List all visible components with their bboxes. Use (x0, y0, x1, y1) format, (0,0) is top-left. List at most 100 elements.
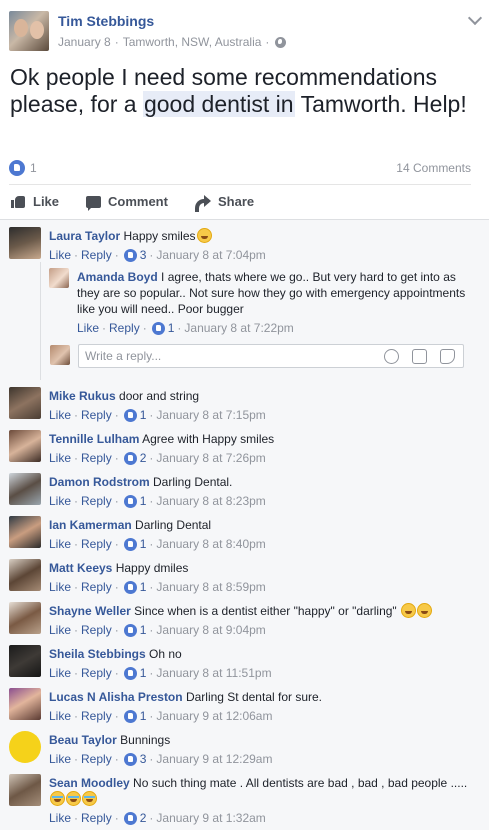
comment-timestamp[interactable]: January 8 at 7:04pm (156, 247, 265, 263)
commenter-name[interactable]: Matt Keeys (49, 561, 112, 575)
comment-reply-link[interactable]: Reply (109, 320, 140, 336)
comment-like-link[interactable]: Like (49, 579, 71, 595)
comment-timestamp[interactable]: January 8 at 7:15pm (156, 407, 265, 423)
like-reaction-icon[interactable] (123, 709, 137, 723)
comment-like-count[interactable]: 1 (140, 665, 147, 681)
comment-reply-link[interactable]: Reply (81, 708, 112, 724)
comment-reply-link[interactable]: Reply (81, 622, 112, 638)
commenter-avatar[interactable] (9, 473, 41, 505)
comment-like-link[interactable]: Like (49, 665, 71, 681)
author-name[interactable]: Tim Stebbings (58, 13, 154, 29)
emoji-icon[interactable] (384, 349, 399, 364)
comment-like-link[interactable]: Like (49, 622, 71, 638)
comment-like-link[interactable]: Like (49, 493, 71, 509)
comment-reply-link[interactable]: Reply (81, 536, 112, 552)
comment-timestamp[interactable]: January 9 at 12:06am (156, 708, 272, 724)
like-reaction-icon[interactable] (123, 408, 137, 422)
commenter-name[interactable]: Amanda Boyd (77, 270, 158, 284)
commenter-name[interactable]: Shayne Weller (49, 604, 131, 618)
commenter-name[interactable]: Sean Moodley (49, 776, 130, 790)
commenter-avatar[interactable] (9, 774, 41, 806)
comment-button[interactable]: Comment (86, 194, 168, 211)
comment-reply-link[interactable]: Reply (81, 751, 112, 767)
commenter-avatar[interactable] (9, 430, 41, 462)
commenter-name[interactable]: Beau Taylor (49, 733, 117, 747)
camera-icon[interactable] (412, 349, 427, 364)
post-location[interactable]: Tamworth, NSW, Australia (123, 35, 262, 49)
comment-timestamp[interactable]: January 9 at 1:32am (156, 810, 265, 826)
comment-timestamp[interactable]: January 8 at 11:51pm (156, 665, 271, 681)
comment-timestamp[interactable]: January 8 at 7:26pm (156, 450, 265, 466)
comment-like-count[interactable]: 1 (140, 493, 147, 509)
comment-like-link[interactable]: Like (49, 247, 71, 263)
comment-count[interactable]: 14 Comments (396, 161, 471, 175)
comment-like-link[interactable]: Like (49, 536, 71, 552)
comment-reply-link[interactable]: Reply (81, 665, 112, 681)
comment-like-link[interactable]: Like (77, 320, 99, 336)
like-reaction-icon[interactable] (123, 623, 137, 637)
comment-like-count[interactable]: 1 (168, 320, 175, 336)
like-reaction-icon[interactable] (123, 811, 137, 825)
commenter-avatar[interactable] (9, 602, 41, 634)
commenter-avatar[interactable] (9, 387, 41, 419)
commenter-name[interactable]: Mike Rukus (49, 389, 116, 403)
like-reaction-icon[interactable] (123, 580, 137, 594)
like-reaction-icon[interactable] (9, 160, 25, 176)
like-reaction-icon[interactable] (123, 666, 137, 680)
like-reaction-icon[interactable] (123, 451, 137, 465)
comment-like-link[interactable]: Like (49, 810, 71, 826)
share-button[interactable]: Share (195, 194, 254, 212)
commenter-name[interactable]: Tennille Lulham (49, 432, 139, 446)
comment-timestamp[interactable]: January 8 at 8:59pm (156, 579, 265, 595)
comment-like-count[interactable]: 3 (140, 751, 147, 767)
commenter-name[interactable]: Sheila Stebbings (49, 647, 146, 661)
like-reaction-icon[interactable] (123, 494, 137, 508)
commenter-avatar[interactable] (9, 731, 41, 763)
comment-like-link[interactable]: Like (49, 708, 71, 724)
comment-like-count[interactable]: 1 (140, 579, 147, 595)
globe-icon[interactable] (275, 36, 287, 48)
comment-reply-link[interactable]: Reply (81, 247, 112, 263)
commenter-name[interactable]: Lucas N Alisha Preston (49, 690, 183, 704)
comment-like-count[interactable]: 2 (140, 810, 147, 826)
commenter-name[interactable]: Damon Rodstrom (49, 475, 150, 489)
comment-timestamp[interactable]: January 8 at 7:22pm (184, 320, 293, 336)
comment-like-link[interactable]: Like (49, 450, 71, 466)
comment-like-link[interactable]: Like (49, 407, 71, 423)
chevron-down-icon[interactable] (467, 10, 483, 26)
comment-timestamp[interactable]: January 9 at 12:29am (156, 751, 272, 767)
comment-reply-link[interactable]: Reply (81, 579, 112, 595)
commenter-name[interactable]: Ian Kamerman (49, 518, 132, 532)
like-reaction-icon[interactable] (123, 248, 137, 262)
comment-timestamp[interactable]: January 8 at 8:23pm (156, 493, 265, 509)
comment-reply-link[interactable]: Reply (81, 407, 112, 423)
commenter-avatar[interactable] (9, 516, 41, 548)
like-count[interactable]: 1 (30, 161, 37, 175)
commenter-avatar[interactable] (9, 688, 41, 720)
commenter-avatar[interactable] (49, 268, 69, 288)
comment-like-count[interactable]: 1 (140, 536, 147, 552)
comment-timestamp[interactable]: January 8 at 9:04pm (156, 622, 265, 638)
author-avatar[interactable] (9, 11, 49, 51)
like-reaction-icon[interactable] (123, 752, 137, 766)
reply-input[interactable]: Write a reply... (78, 344, 464, 368)
comment-like-count[interactable]: 1 (140, 708, 147, 724)
comment-like-count[interactable]: 3 (140, 247, 147, 263)
comment-like-count[interactable]: 1 (140, 622, 147, 638)
post-date[interactable]: January 8 (58, 35, 111, 49)
like-button[interactable]: Like (11, 194, 59, 209)
sticker-icon[interactable] (440, 349, 455, 364)
comment-like-count[interactable]: 2 (140, 450, 147, 466)
comment-timestamp[interactable]: January 8 at 8:40pm (156, 536, 265, 552)
commenter-avatar[interactable] (9, 645, 41, 677)
comment-like-link[interactable]: Like (49, 751, 71, 767)
commenter-avatar[interactable] (9, 227, 41, 259)
comment-like-count[interactable]: 1 (140, 407, 147, 423)
like-reaction-icon[interactable] (151, 321, 165, 335)
commenter-name[interactable]: Laura Taylor (49, 229, 120, 243)
comment-reply-link[interactable]: Reply (81, 493, 112, 509)
comment-reply-link[interactable]: Reply (81, 810, 112, 826)
commenter-avatar[interactable] (9, 559, 41, 591)
like-reaction-icon[interactable] (123, 537, 137, 551)
comment-reply-link[interactable]: Reply (81, 450, 112, 466)
